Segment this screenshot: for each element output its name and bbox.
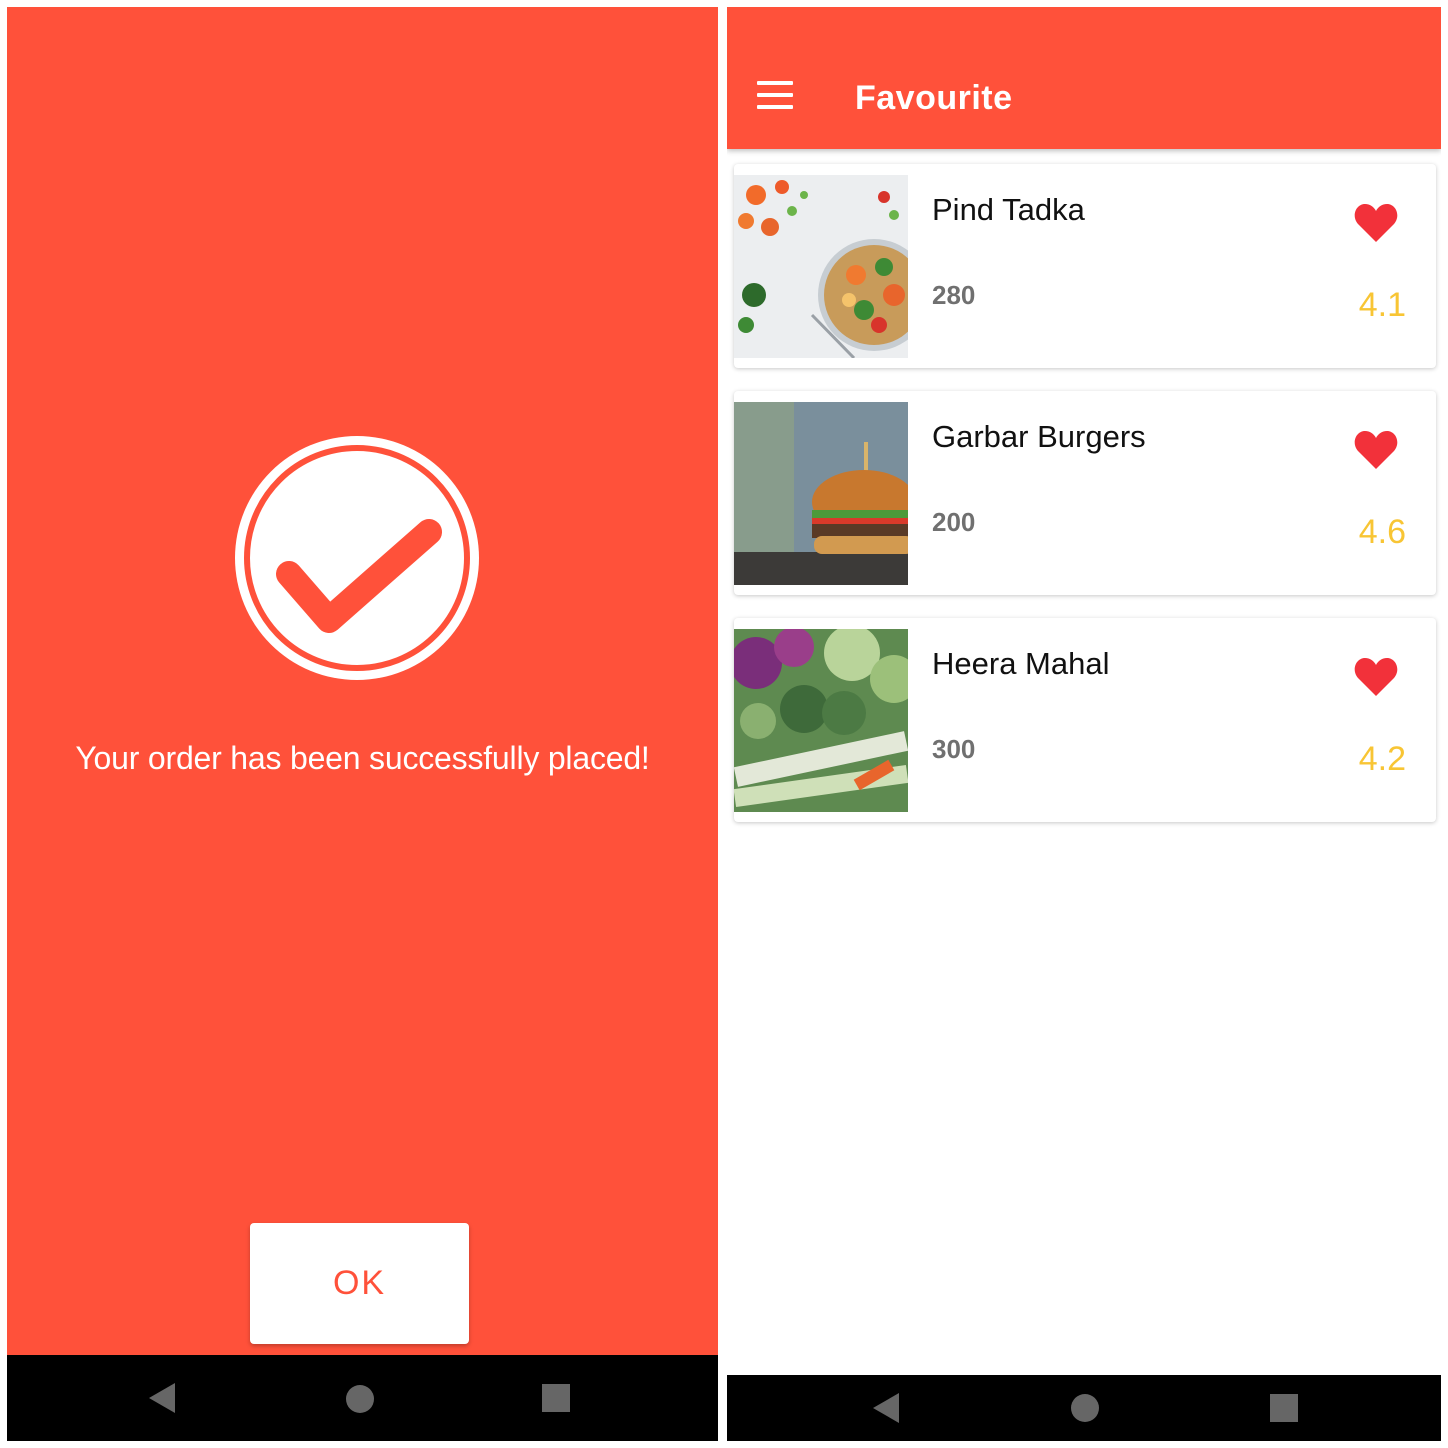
page-title: Favourite — [855, 79, 1013, 117]
restaurant-rating: 4.2 — [1358, 740, 1406, 778]
restaurant-card[interactable]: Pind Tadka 280 4.1 — [734, 164, 1436, 368]
restaurant-name: Garbar Burgers — [932, 419, 1146, 454]
ok-button[interactable]: OK — [250, 1223, 469, 1344]
salad-bowl-photo — [734, 175, 908, 358]
restaurant-card[interactable]: Heera Mahal 300 4.2 — [734, 618, 1436, 822]
home-icon[interactable] — [1067, 1390, 1103, 1426]
recents-icon[interactable] — [1267, 1391, 1301, 1425]
system-nav-bar — [727, 1375, 1441, 1441]
restaurant-price: 200 — [932, 507, 976, 537]
check-circle-icon — [231, 432, 483, 684]
burger-photo — [734, 402, 908, 585]
system-nav-bar — [7, 1355, 718, 1441]
heart-icon[interactable] — [1353, 202, 1399, 244]
favourite-screen: Favourite Pind Tadka 280 4.1 Garbar Burg… — [727, 7, 1441, 1441]
app-toolbar: Favourite — [727, 7, 1441, 149]
restaurant-name: Pind Tadka — [932, 192, 1085, 227]
order-success-screen: Your order has been successfully placed!… — [7, 7, 718, 1441]
back-icon[interactable] — [869, 1389, 903, 1427]
success-message: Your order has been successfully placed! — [75, 740, 650, 776]
restaurant-rating: 4.1 — [1358, 286, 1406, 324]
recents-icon[interactable] — [539, 1381, 573, 1415]
vegetables-photo — [734, 629, 908, 812]
restaurant-price: 300 — [932, 734, 976, 764]
home-icon[interactable] — [342, 1381, 378, 1417]
hamburger-menu-icon[interactable] — [757, 81, 793, 109]
heart-icon[interactable] — [1353, 656, 1399, 698]
heart-icon[interactable] — [1353, 429, 1399, 471]
back-icon[interactable] — [145, 1379, 179, 1417]
restaurant-rating: 4.6 — [1358, 513, 1406, 551]
restaurant-card[interactable]: Garbar Burgers 200 4.6 — [734, 391, 1436, 595]
restaurant-price: 280 — [932, 280, 976, 310]
restaurant-name: Heera Mahal — [932, 646, 1110, 681]
